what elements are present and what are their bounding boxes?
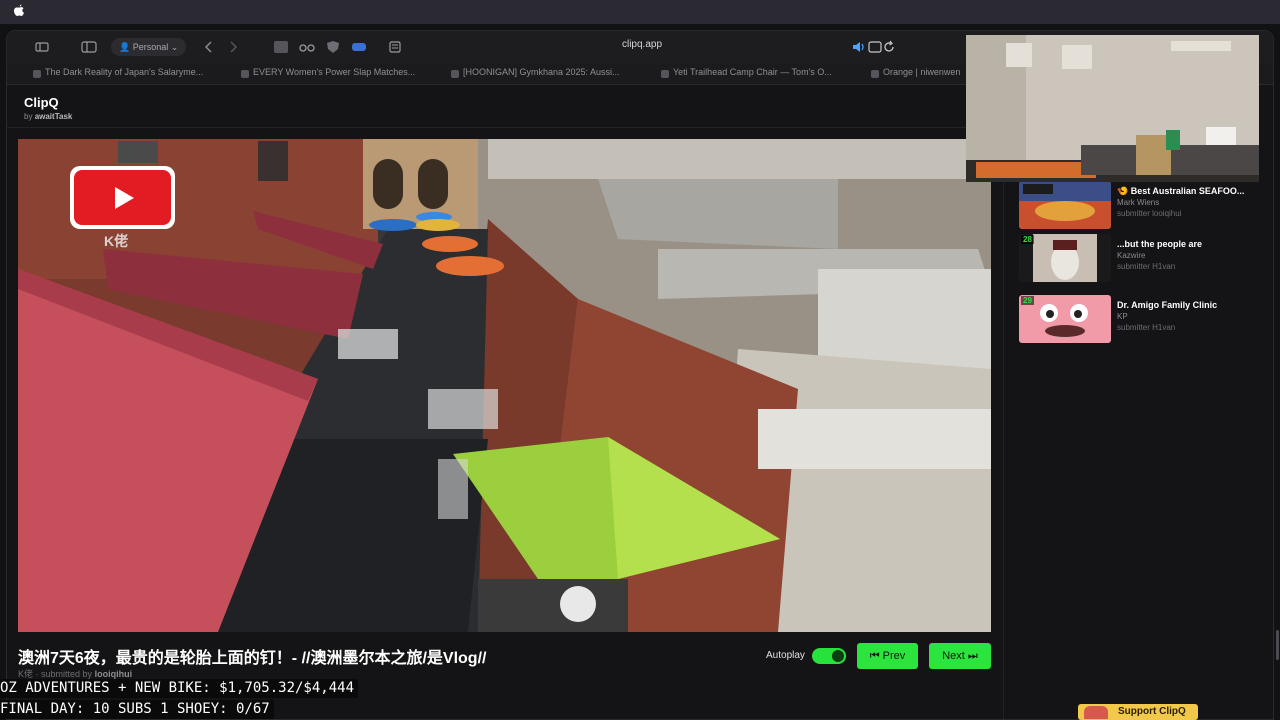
queue-position: 29 xyxy=(1021,296,1034,305)
support-clipq-button[interactable]: Support ClipQ xyxy=(1078,704,1198,720)
reload-icon[interactable] xyxy=(879,39,899,55)
queue-item-title: Dr. Amigo Family Clinic xyxy=(1117,300,1218,310)
address-bar[interactable]: clipq.app xyxy=(567,39,717,50)
video-player[interactable]: K佬 xyxy=(18,139,991,632)
queue-item-author: KP xyxy=(1117,312,1128,321)
queue-item-title: ...but the people are xyxy=(1117,239,1203,249)
profile-selector[interactable]: 👤 Personal ⌄ xyxy=(111,38,187,56)
next-button[interactable]: Next ⏭ xyxy=(929,643,991,669)
sidebar-toggle-icon[interactable] xyxy=(33,39,53,55)
video-title[interactable]: 澳洲7天6夜，最贵的是轮胎上面的钉！- //澳洲墨尔本之旅/是Vlog// xyxy=(18,644,486,668)
prev-button[interactable]: ⏮ Prev xyxy=(857,643,918,669)
queue-item-submitter: submitter H1van xyxy=(1117,262,1176,271)
glasses-extension-icon[interactable] xyxy=(297,39,317,55)
queue-item-author: Kazwire xyxy=(1117,251,1146,260)
macos-menu-bar xyxy=(0,0,1280,24)
queue-item[interactable]: 29 Dr. Amigo Family Clinic KP submitter … xyxy=(1019,295,1269,343)
forward-arrow-icon[interactable] xyxy=(223,39,243,55)
queue-position: 28 xyxy=(1021,235,1034,244)
queue-item[interactable]: 28 ...but the people are Kazwire submitt… xyxy=(1019,234,1269,282)
donation-goal-text: OZ ADVENTURES + NEW BIKE: $1,705.32/$4,4… xyxy=(0,679,359,698)
shield-extension-icon[interactable] xyxy=(323,39,343,55)
app-title[interactable]: ClipQ xyxy=(24,95,59,110)
queue-item[interactable]: 🍤 Best Australian SEAFOO... Mark Wiens s… xyxy=(1019,181,1269,229)
subscription-goal-text: FINAL DAY: 10 SUBS 1 SHOEY: 0/67 xyxy=(0,700,274,719)
webcam-overlay xyxy=(966,35,1259,182)
tab-yeti-chair[interactable]: Yeti Trailhead Camp Chair — Tom's O... xyxy=(659,67,849,81)
apple-menu-icon[interactable] xyxy=(13,4,25,19)
channel-watermark-text: K佬 xyxy=(104,233,129,249)
queue-thumbnail xyxy=(1019,181,1111,229)
app-author[interactable]: awaitTask xyxy=(35,112,73,121)
profile-label: Personal xyxy=(132,42,169,52)
screenshot-extension-icon[interactable] xyxy=(271,39,291,55)
webcam-frame xyxy=(966,35,1259,182)
bitwarden-extension-icon[interactable] xyxy=(349,39,369,55)
page-scrollbar[interactable] xyxy=(1276,630,1279,660)
back-arrow-icon[interactable] xyxy=(199,39,219,55)
submitted-by-prefix: · submitted by xyxy=(35,669,93,679)
tab-orange[interactable]: Orange | niwenwen xyxy=(869,67,969,81)
autoplay-label: Autoplay xyxy=(766,650,805,661)
reader-view-icon[interactable] xyxy=(385,39,405,55)
queue-item-submitter: submitter H1van xyxy=(1117,323,1176,332)
autoplay-toggle[interactable] xyxy=(812,648,846,664)
sidebar-divider xyxy=(1003,127,1004,719)
queue-item-submitter: submitter looiqihui xyxy=(1117,209,1182,218)
byline-prefix: by xyxy=(24,112,33,121)
tab-overview-icon[interactable] xyxy=(79,39,99,55)
queue-item-author: Mark Wiens xyxy=(1117,198,1160,207)
tab-japan-salaryman[interactable]: The Dark Reality of Japan's Salaryme... xyxy=(31,67,221,81)
header-divider xyxy=(7,127,1007,128)
tab-gymkhana[interactable]: [HOONIGAN] Gymkhana 2025: Aussi... xyxy=(449,67,639,81)
video-frame xyxy=(18,139,991,632)
queue-item-title: 🍤 Best Australian SEAFOO... xyxy=(1117,186,1245,196)
channel-name[interactable]: K佬 xyxy=(18,669,33,679)
app-byline: by awaitTask xyxy=(24,112,72,121)
tab-power-slap[interactable]: EVERY Women's Power Slap Matches... xyxy=(239,67,429,81)
chevron-down-icon: ⌄ xyxy=(170,42,179,52)
person-icon: 👤 xyxy=(119,42,131,52)
submitter-name[interactable]: looiqihui xyxy=(95,669,133,679)
